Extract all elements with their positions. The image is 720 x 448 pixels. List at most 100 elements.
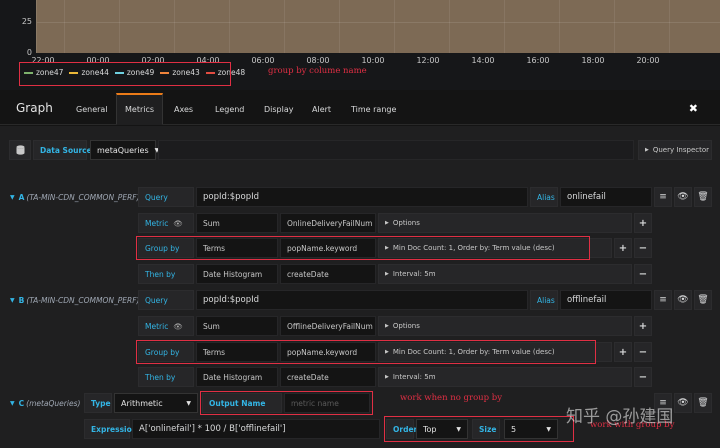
metric-field[interactable]: OnlineDeliveryFailNum	[280, 213, 376, 233]
caret-right-icon: ▶	[645, 147, 649, 153]
grid-line	[339, 0, 340, 53]
query-source: (TA-MIN-CDN_COMMON_PERF)	[26, 295, 140, 305]
query-label: Query	[138, 187, 194, 207]
query-ref-letter: A	[18, 192, 25, 202]
tab-metrics[interactable]: Metrics	[116, 93, 164, 125]
tab-axes[interactable]: Axes	[174, 93, 193, 125]
groupby-highlight-frame	[136, 236, 590, 260]
query-a-header[interactable]: ▼ A (TA-MIN-CDN_COMMON_PERF)	[10, 187, 140, 207]
trash-icon[interactable]: 🗑	[694, 393, 712, 413]
query-c-header[interactable]: ▼ C (metaQueries)	[10, 393, 80, 413]
trash-icon[interactable]: 🗑	[694, 290, 712, 310]
caret-down-icon: ▼	[10, 193, 15, 201]
data-source-select[interactable]: metaQueries ▼	[90, 140, 159, 160]
thenby-type[interactable]: Date Histogram	[196, 367, 278, 387]
query-input[interactable]: popId:$popId	[196, 290, 528, 310]
data-source-row-filler	[158, 140, 634, 160]
remove-groupby-button[interactable]: −	[634, 238, 652, 258]
graph-chart: 25 0 22:00 00:00 02:00 04:00 06:00 08:00…	[0, 0, 720, 90]
thenby-options[interactable]: ▶ Interval: 5m	[378, 367, 632, 387]
caret-right-icon: ▶	[385, 271, 389, 277]
x-tick-label: 08:00	[306, 56, 330, 65]
expression-input[interactable]: A['onlinefail'] * 100 / B['offlinefail']	[132, 419, 380, 439]
eye-icon[interactable]: 👁	[674, 393, 692, 413]
no-groupby-annotation: work when no group by	[400, 393, 503, 403]
remove-thenby-button[interactable]: −	[634, 367, 652, 387]
alias-input[interactable]: onlinefail	[560, 187, 652, 207]
x-tick-label: 14:00	[471, 56, 495, 65]
metric-type[interactable]: Sum	[196, 316, 278, 336]
alias-label: Alias	[530, 290, 558, 310]
metrics-editor: Data Source metaQueries ▼ ▶ Query Inspecto…	[0, 126, 720, 448]
query-source: (metaQueries)	[26, 398, 81, 408]
metric-options[interactable]: ▶ Options	[378, 213, 632, 233]
x-tick-label: 12:00	[416, 56, 440, 65]
query-ref-letter: B	[18, 295, 25, 305]
eye-icon[interactable]: 👁	[173, 219, 183, 228]
x-tick-label: 18:00	[581, 56, 605, 65]
add-metric-button[interactable]: +	[634, 316, 652, 336]
alias-label: Alias	[530, 187, 558, 207]
order-size-highlight-frame	[384, 416, 574, 442]
eye-icon[interactable]: 👁	[173, 322, 183, 331]
tab-time-range[interactable]: Time range	[351, 93, 396, 125]
metric-options[interactable]: ▶ Options	[378, 316, 632, 336]
caret-down-icon: ▼	[10, 399, 15, 407]
remove-groupby-button[interactable]: −	[634, 342, 652, 362]
thenby-field[interactable]: createDate	[280, 367, 376, 387]
plot-area	[36, 0, 720, 53]
caret-right-icon: ▶	[385, 323, 389, 329]
add-groupby-button[interactable]: +	[614, 238, 632, 258]
database-icon	[9, 140, 31, 160]
thenby-field[interactable]: createDate	[280, 264, 376, 284]
query-b-header[interactable]: ▼ B (TA-MIN-CDN_COMMON_PERF)	[10, 290, 139, 310]
panel-tab-bar: Graph General Metrics Axes Legend Displa…	[0, 93, 720, 125]
caret-right-icon: ▶	[385, 220, 389, 226]
close-icon[interactable]: ✖	[689, 102, 698, 115]
thenby-options[interactable]: ▶ Interval: 5m	[378, 264, 632, 284]
query-source: (TA-MIN-CDN_COMMON_PERF)	[26, 192, 140, 202]
caret-down-icon: ▼	[186, 399, 191, 407]
metric-type[interactable]: Sum	[196, 213, 278, 233]
tab-general[interactable]: General	[76, 93, 108, 125]
tab-legend[interactable]: Legend	[215, 93, 244, 125]
grid-line	[64, 0, 65, 53]
metric-label-text: Metric	[145, 321, 169, 331]
metric-field[interactable]: OfflineDeliveryFailNum	[280, 316, 376, 336]
grid-line	[559, 0, 560, 53]
groupby-highlight-frame	[136, 340, 596, 364]
query-input[interactable]: popId:$popId	[196, 187, 528, 207]
thenby-options-label: Interval: 5m	[392, 270, 436, 278]
query-inspector-button[interactable]: ▶ Query Inspector	[638, 140, 712, 160]
query-label: Query	[138, 290, 194, 310]
tab-display[interactable]: Display	[264, 93, 294, 125]
watermark: 知乎 @孙建国	[566, 407, 674, 427]
metric-label-text: Metric	[145, 218, 169, 228]
caret-right-icon: ▶	[385, 374, 389, 380]
grid-line	[449, 0, 450, 53]
eye-icon[interactable]: 👁	[674, 187, 692, 207]
type-select[interactable]: Arithmetic ▼	[114, 393, 198, 413]
add-metric-button[interactable]: +	[634, 213, 652, 233]
add-groupby-button[interactable]: +	[614, 342, 632, 362]
y-tick-label: 25	[21, 17, 32, 26]
x-tick-label: 10:00	[361, 56, 385, 65]
remove-thenby-button[interactable]: −	[634, 264, 652, 284]
menu-icon[interactable]: ≡	[654, 187, 672, 207]
thenby-label: Then by	[138, 264, 194, 284]
grid-line	[504, 0, 505, 53]
trash-icon[interactable]: 🗑	[694, 187, 712, 207]
x-tick-label: 20:00	[636, 56, 660, 65]
grid-line	[119, 0, 120, 53]
grid-line	[669, 0, 670, 53]
alias-input[interactable]: offlinefail	[560, 290, 652, 310]
query-ref-letter: C	[18, 398, 25, 408]
legend-annotation-frame	[19, 62, 231, 86]
grid-line	[37, 22, 720, 23]
tab-alert[interactable]: Alert	[312, 93, 331, 125]
thenby-type[interactable]: Date Histogram	[196, 264, 278, 284]
grid-line	[174, 0, 175, 53]
menu-icon[interactable]: ≡	[654, 290, 672, 310]
eye-icon[interactable]: 👁	[674, 290, 692, 310]
metric-options-label: Options	[392, 322, 420, 330]
